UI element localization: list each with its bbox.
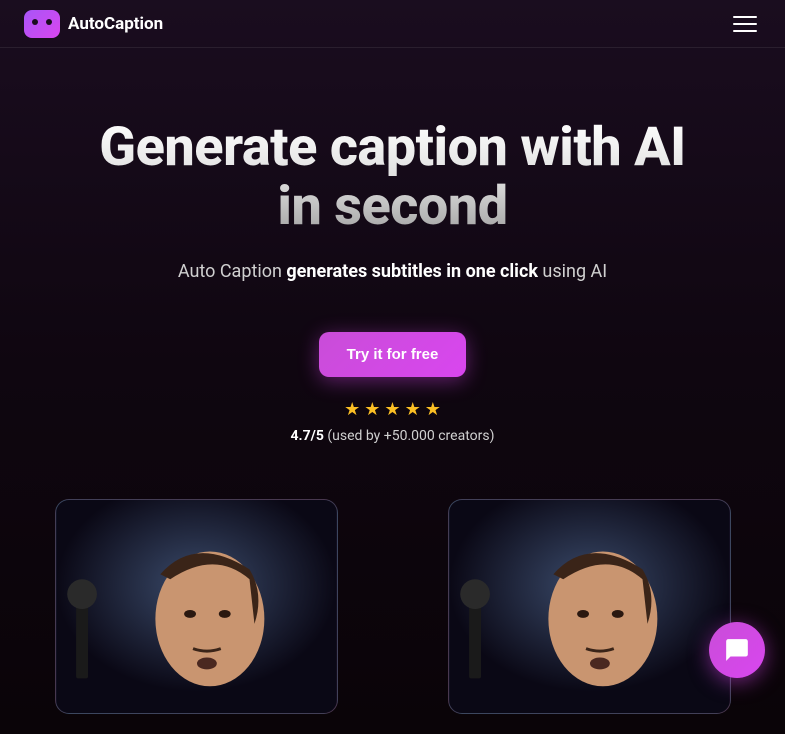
subtitle-suffix: using AI — [538, 261, 607, 282]
hamburger-menu-button[interactable] — [729, 12, 761, 36]
video-preview-card[interactable] — [55, 499, 338, 714]
video-placeholder-icon — [449, 500, 730, 713]
video-preview-card[interactable] — [448, 499, 731, 714]
rating-section: ★ ★ ★ ★ ★ 4.7/5 (used by +50.000 creator… — [40, 399, 745, 444]
chat-icon — [724, 637, 750, 663]
hamburger-icon — [733, 30, 757, 32]
hamburger-icon — [733, 23, 757, 25]
main-content: Generate caption with AI in second Auto … — [0, 48, 785, 734]
hero-subtitle: Auto Caption generates subtitles in one … — [40, 261, 745, 282]
rating-usage: (used by +50.000 creators) — [324, 428, 495, 444]
star-icon: ★ — [344, 399, 360, 420]
hero-title-line1: Generate caption with AI — [99, 116, 685, 179]
subtitle-bold: generates subtitles in one click — [286, 261, 538, 282]
logo-text: AutoCaption — [68, 14, 163, 34]
try-free-button[interactable]: Try it for free — [319, 332, 467, 377]
rating-text: 4.7/5 (used by +50.000 creators) — [40, 428, 745, 444]
rating-score: 4.7/5 — [291, 428, 324, 444]
star-icon: ★ — [384, 399, 400, 420]
star-icon: ★ — [425, 399, 441, 420]
star-icon: ★ — [405, 399, 421, 420]
chat-support-button[interactable] — [709, 622, 765, 678]
site-header: AutoCaption — [0, 0, 785, 48]
hero-title-line2: in second — [277, 175, 507, 238]
subtitle-prefix: Auto Caption — [178, 261, 287, 282]
star-rating: ★ ★ ★ ★ ★ — [40, 399, 745, 420]
hamburger-icon — [733, 16, 757, 18]
logo-icon — [24, 10, 60, 38]
hero-title: Generate caption with AI in second — [40, 118, 745, 237]
video-placeholder-icon — [56, 500, 337, 713]
video-previews-row — [40, 499, 745, 714]
logo[interactable]: AutoCaption — [24, 10, 163, 38]
star-icon: ★ — [364, 399, 380, 420]
